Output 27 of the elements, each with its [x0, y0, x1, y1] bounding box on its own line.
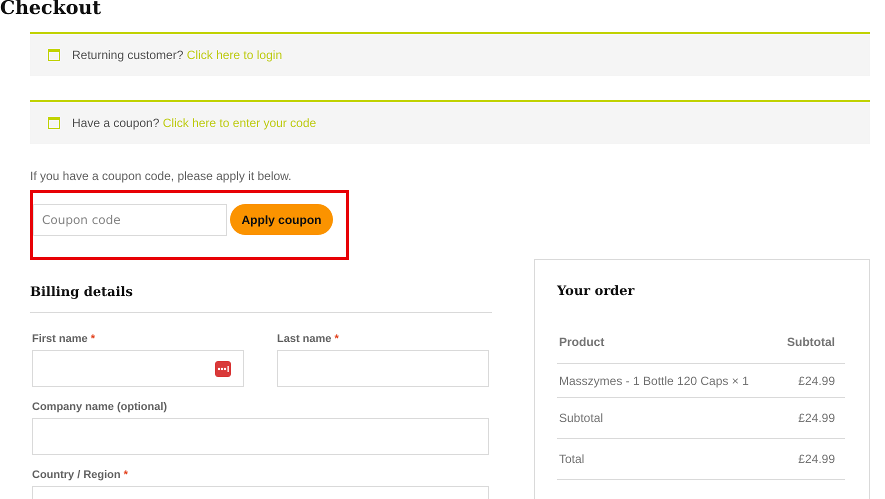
table-cell: £24.99: [798, 374, 835, 388]
section-title: Billing details: [30, 285, 492, 313]
field-label: Country / Region *: [32, 469, 129, 481]
window-icon: [48, 117, 60, 129]
field-label: Last name *: [277, 333, 340, 345]
table-cell: £24.99: [798, 411, 835, 425]
column-header: Subtotal: [787, 335, 835, 349]
table-cell: Subtotal: [559, 411, 604, 425]
coupon-field[interactable]: Coupon code: [33, 204, 227, 236]
input-field[interactable]: [277, 350, 489, 387]
table-cell: Total: [559, 452, 584, 466]
input-field[interactable]: [32, 350, 244, 387]
autofill-icon[interactable]: [215, 360, 231, 376]
notice-link[interactable]: Click here to login: [186, 48, 282, 62]
column-header: Product: [559, 335, 604, 349]
field-label: Company name (optional): [32, 401, 168, 413]
window-icon: [48, 49, 60, 61]
table-cell: Masszymes - 1 Bottle 120 Caps × 1: [559, 374, 749, 388]
table-cell: £24.99: [798, 452, 835, 466]
notice-text: Have a coupon? Click here to enter your code: [72, 116, 316, 130]
notice-link[interactable]: Click here to enter your code: [162, 116, 316, 130]
apply-coupon-button[interactable]: Apply coupon: [230, 204, 333, 235]
notice-text: Returning customer? Click here to login: [72, 48, 282, 62]
field-label: First name *: [32, 333, 96, 345]
order-title: Your order: [557, 284, 636, 299]
input-field[interactable]: [32, 418, 489, 455]
coupon-hint: If you have a coupon code, please apply it below.: [30, 169, 293, 183]
